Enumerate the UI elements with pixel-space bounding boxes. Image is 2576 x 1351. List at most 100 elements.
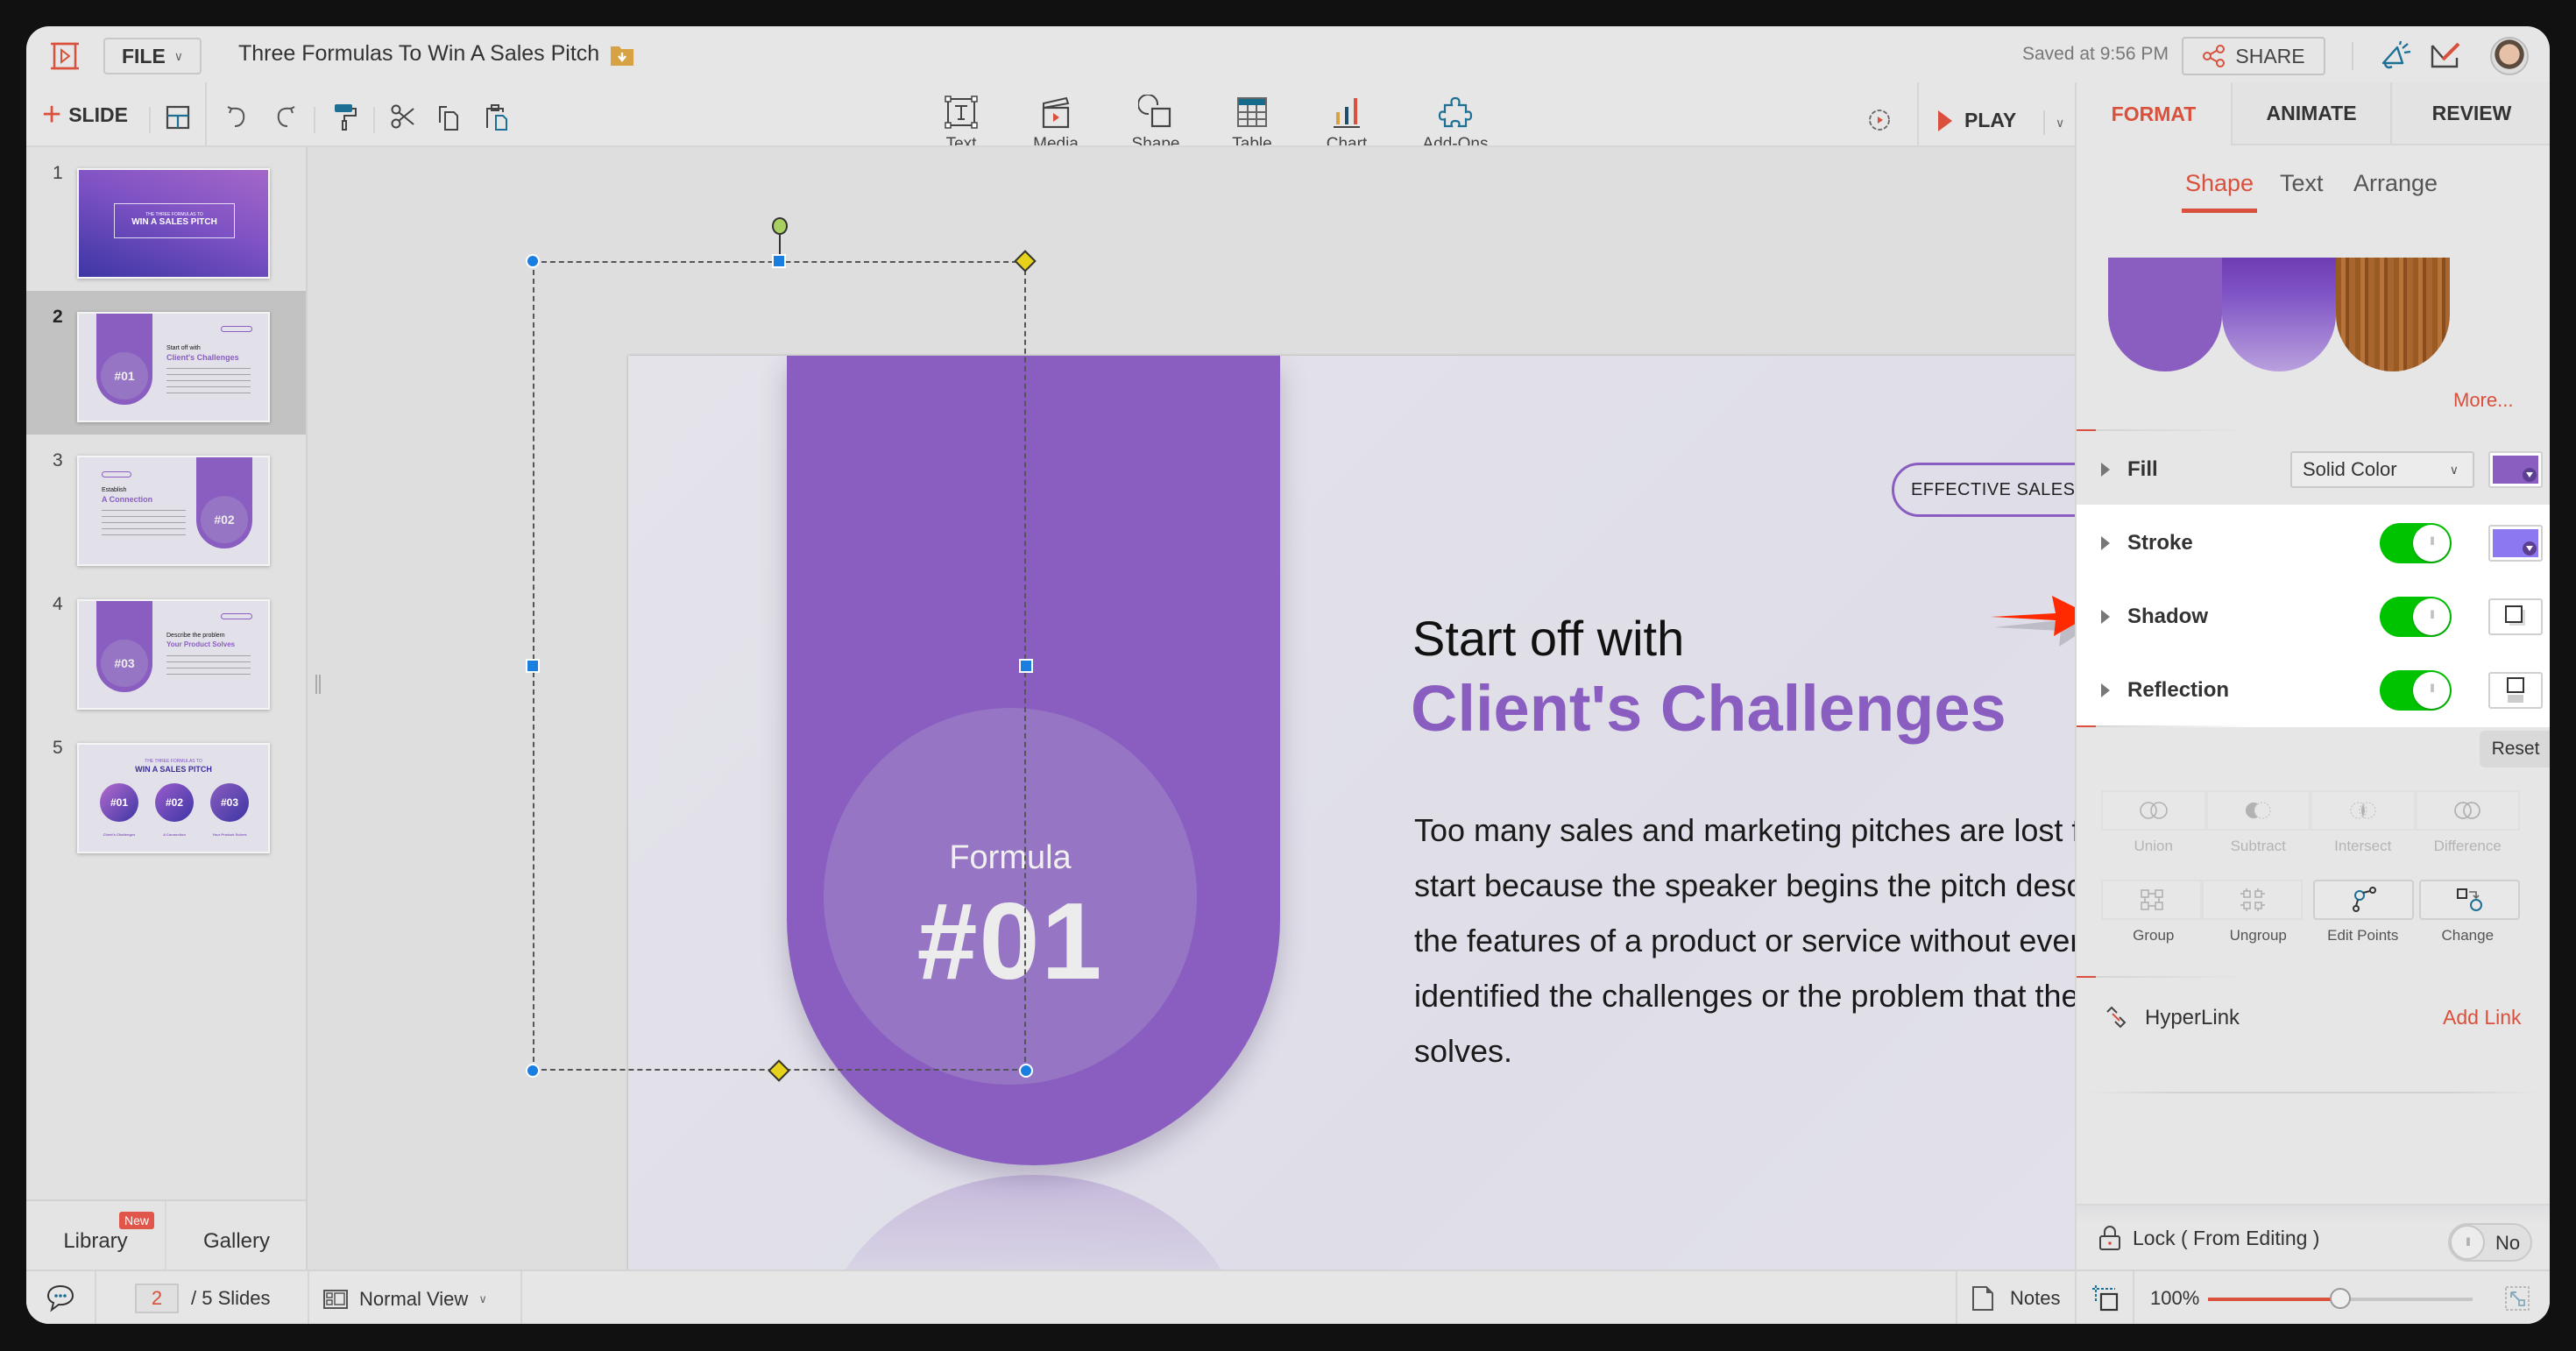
fill-color-picker[interactable] [2488,451,2543,488]
panel-resize-handle[interactable] [315,675,321,694]
notes-button[interactable]: Notes [1971,1280,2060,1317]
subtab-shape[interactable]: Shape [2181,170,2258,213]
view-mode-dropdown[interactable]: Normal View ∨ [322,1282,487,1317]
lock-row: Lock ( From Editing ) No [2077,1204,2550,1267]
main-toolbar: + SLIDE Text Media Shape Table Chart Add-… [26,82,2075,202]
resize-handle-bottom-left[interactable] [526,1064,540,1078]
lock-toggle[interactable]: No [2448,1223,2532,1262]
expand-caret-icon[interactable] [2101,683,2110,697]
difference-button[interactable] [2415,790,2520,831]
fill-type-select[interactable]: Solid Color ∨ [2290,451,2474,488]
play-button[interactable]: PLAY [1938,109,2016,132]
share-label: SHARE [2235,44,2305,67]
file-menu-button[interactable]: FILE ∨ [103,38,202,74]
shadow-toggle[interactable] [2380,597,2452,637]
chevron-down-icon: ∨ [173,48,184,63]
gallery-label: Gallery [202,1229,271,1253]
layout-icon[interactable] [163,102,193,131]
formula-circle: Formula #01 [824,708,1197,1085]
slides-panel: 1 THE THREE FORMULAS TO WIN A SALES PITC… [26,145,308,1199]
difference-icon [2454,802,2481,819]
paste-icon[interactable] [482,102,512,131]
resize-handle-left[interactable] [526,659,540,673]
intersect-button[interactable] [2311,790,2416,831]
more-styles-link[interactable]: More... [2453,389,2513,412]
slideshow-settings-icon[interactable] [1866,107,1893,133]
share-button[interactable]: SHARE [2182,37,2325,75]
shadow-preview-icon [2505,605,2525,626]
zoom-slider-handle[interactable] [2330,1288,2351,1309]
expand-caret-icon[interactable] [2101,610,2110,624]
shadow-style-picker[interactable] [2488,598,2543,635]
tab-animate[interactable]: ANIMATE [2231,82,2390,145]
tab-review[interactable]: REVIEW [2390,82,2550,145]
document-title[interactable]: Three Formulas To Win A Sales Pitch [238,41,599,67]
thumb-title: A Connection [102,495,153,504]
divider [314,107,315,133]
add-link-button[interactable]: Add Link [2443,1006,2522,1029]
slide-thumbnail-4[interactable]: 4 #03 Describe the problem Your Product … [26,578,306,722]
shape-style-preset-solid[interactable] [2108,258,2222,371]
ungroup-button[interactable] [2202,880,2303,920]
copy-icon[interactable] [435,102,464,131]
announcement-icon[interactable] [2378,40,2413,72]
slide-thumbnail-1[interactable]: 1 THE THREE FORMULAS TO WIN A SALES PITC… [26,147,306,291]
thumb-title: WIN A SALES PITCH [135,765,212,774]
subtract-button[interactable] [2205,790,2311,831]
expand-caret-icon[interactable] [2101,536,2110,550]
cut-icon[interactable] [387,102,417,131]
rotate-handle[interactable] [772,217,788,235]
formula-banner-shape[interactable]: Formula #01 [787,356,1280,1165]
app-logo-icon[interactable] [49,40,81,72]
link-icon [2106,1006,2127,1029]
subtab-arrange[interactable]: Arrange [2353,170,2438,197]
fit-to-screen-icon[interactable] [2091,1284,2120,1313]
slide-subtitle[interactable]: Start off with [1412,610,1684,667]
expand-caret-icon[interactable] [2101,463,2110,477]
fullscreen-icon[interactable] [2504,1285,2530,1312]
group-button[interactable] [2101,880,2202,920]
stroke-toggle[interactable] [2380,523,2452,563]
slide-thumbnail-2[interactable]: 2 #01 Start off with Client's Challenges [26,291,306,435]
resize-handle-top-left[interactable] [526,254,540,268]
change-shape-button[interactable] [2419,880,2520,920]
resize-handle-right[interactable] [1019,659,1033,673]
add-slide-button[interactable]: + SLIDE [42,98,128,131]
shape-style-preset-gradient[interactable] [2222,258,2336,371]
zoom-slider-fill [2208,1298,2340,1301]
thumbnail-preview: #02 Establish A Connection [77,456,270,566]
change-shape-icon [2456,888,2482,911]
library-button[interactable]: Library New [26,1201,166,1270]
group-label: Group [2133,927,2175,944]
folder-move-icon[interactable] [610,44,634,67]
redo-icon[interactable] [270,102,300,131]
resize-handle-bottom-right[interactable] [1019,1064,1033,1078]
slide-canvas[interactable]: Formula #01 EFFECTIVE SALES PITCH Start … [628,356,2320,1307]
thumb-caption: A Connection [163,832,186,837]
stroke-color-picker[interactable] [2488,525,2543,562]
current-slide-input[interactable]: 2 [135,1284,179,1313]
resize-handle-top[interactable] [772,254,786,268]
slide-title[interactable]: Client's Challenges [1411,671,2006,746]
reset-button[interactable]: Reset [2480,731,2550,767]
subtab-text[interactable]: Text [2280,170,2324,197]
reflection-row: Reflection [2077,654,2550,727]
shape-style-preset-wood[interactable] [2336,258,2450,371]
format-painter-icon[interactable] [329,102,359,131]
zoom-level: 100% [2150,1287,2200,1309]
gallery-button[interactable]: Gallery [166,1201,307,1270]
play-options-dropdown[interactable]: ∨ [2043,110,2064,135]
tab-format[interactable]: FORMAT [2077,82,2231,145]
media-clapper-icon [1042,96,1070,129]
edit-points-button[interactable] [2313,880,2414,920]
reflection-style-picker[interactable] [2488,672,2543,709]
zoom-slider[interactable] [2208,1288,2473,1309]
user-avatar[interactable] [2490,37,2529,75]
union-button[interactable] [2101,790,2206,831]
feedback-icon[interactable] [2429,40,2464,72]
undo-icon[interactable] [223,102,252,131]
slide-thumbnail-5[interactable]: 5 THE THREE FORMULAS TO WIN A SALES PITC… [26,722,306,866]
reflection-toggle[interactable] [2380,670,2452,711]
slide-thumbnail-3[interactable]: 3 #02 Establish A Connection [26,435,306,578]
comments-icon[interactable] [46,1284,79,1313]
